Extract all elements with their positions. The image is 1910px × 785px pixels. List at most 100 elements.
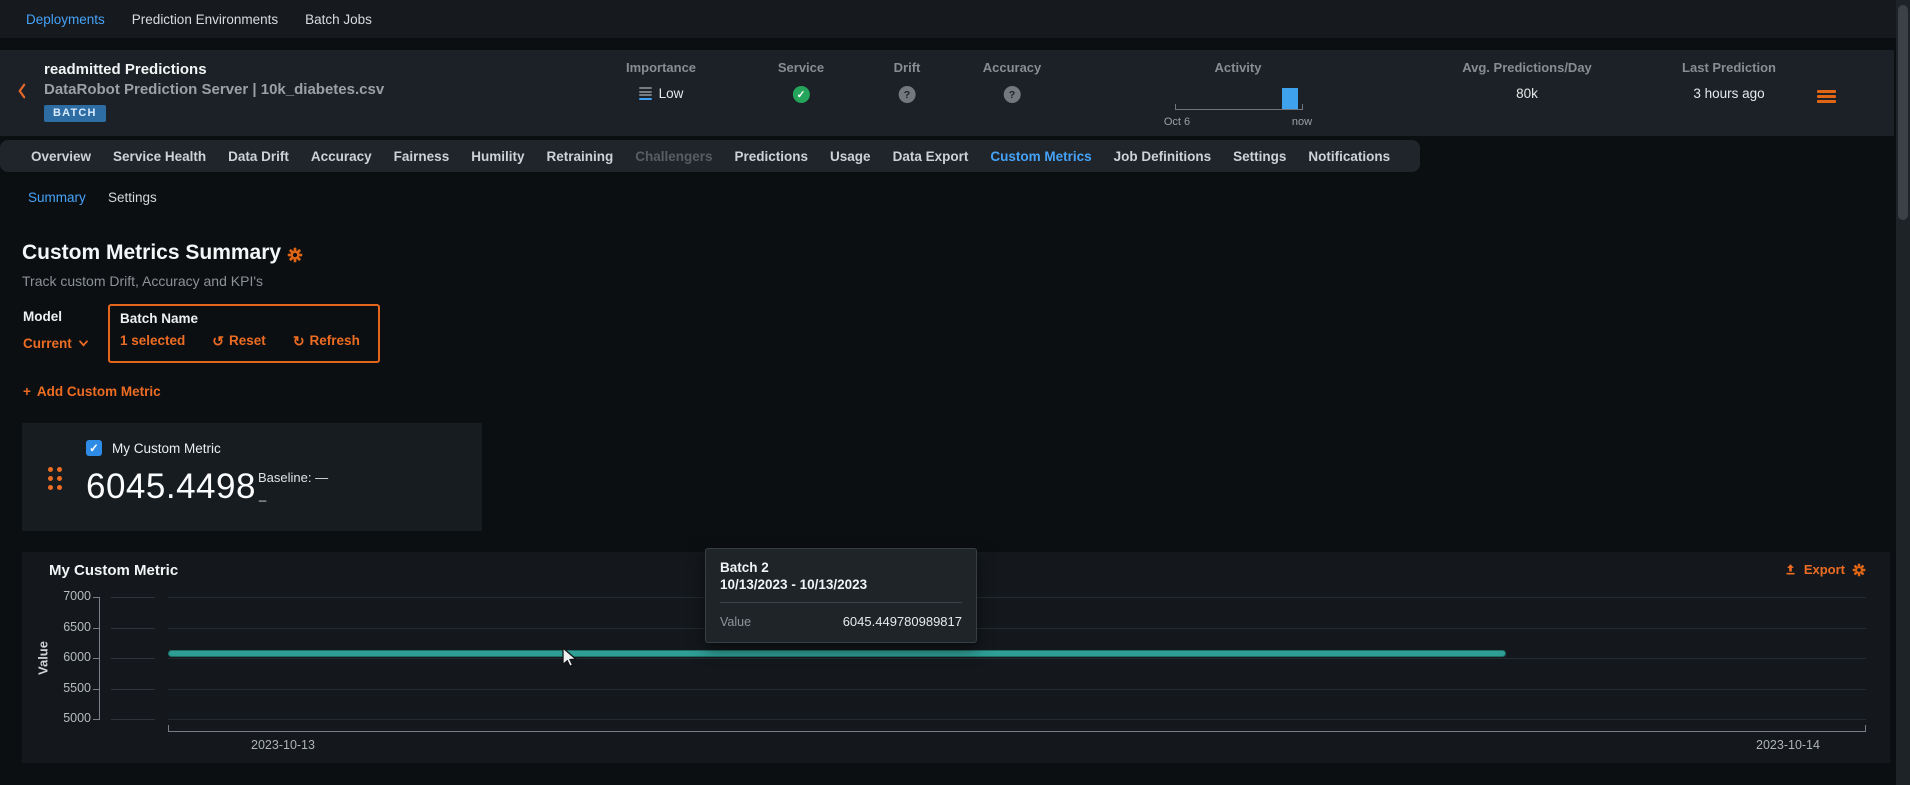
tab-overview[interactable]: Overview	[31, 149, 91, 164]
metric-baseline-label: Baseline: —	[258, 470, 328, 485]
gridline-6000	[168, 658, 1866, 659]
service-ok-icon: ✓	[792, 86, 809, 103]
y-tick-6000: 6000	[48, 650, 91, 664]
stat-avg-predictions-value: 80k	[1516, 86, 1538, 101]
activity-end-label: now	[1292, 116, 1312, 128]
add-custom-metric-label: Add Custom Metric	[37, 384, 161, 399]
metric-series-line[interactable]	[168, 650, 1506, 657]
stat-avg-predictions: Avg. Predictions/Day 80k	[1462, 60, 1592, 101]
custom-metric-card: ✓ My Custom Metric 6045.4498 Baseline: —…	[22, 423, 482, 531]
deployment-tabs: Overview Service Health Data Drift Accur…	[0, 140, 1420, 172]
tab-accuracy[interactable]: Accuracy	[311, 149, 372, 164]
stat-service: Service ✓	[778, 60, 824, 103]
tooltip-date-range: 10/13/2023 - 10/13/2023	[720, 577, 962, 592]
metric-value: 6045.4498	[86, 467, 256, 507]
metric-checkbox[interactable]: ✓	[86, 440, 102, 456]
page-subtitle: Track custom Drift, Accuracy and KPI's	[22, 273, 263, 289]
chevron-down-icon	[78, 340, 89, 347]
tab-predictions[interactable]: Predictions	[735, 149, 809, 164]
activity-axis	[1175, 104, 1303, 110]
tab-custom-metrics[interactable]: Custom Metrics	[990, 149, 1091, 164]
batch-badge: BATCH	[44, 105, 106, 122]
subtab-settings[interactable]: Settings	[108, 190, 157, 205]
stat-activity: Activity	[1215, 60, 1262, 75]
model-filter-label: Model	[23, 309, 62, 324]
importance-bars-icon	[639, 87, 652, 100]
tooltip-value-label: Value	[720, 615, 751, 629]
stat-last-prediction-label: Last Prediction	[1682, 60, 1776, 75]
stat-importance: Importance Low	[626, 60, 696, 101]
stat-service-label: Service	[778, 60, 824, 75]
add-custom-metric-button[interactable]: + Add Custom Metric	[23, 384, 161, 399]
page-title: Custom Metrics Summary	[22, 241, 281, 265]
top-nav: Deployments Prediction Environments Batc…	[0, 0, 1910, 38]
header-menu-icon[interactable]	[1817, 90, 1836, 103]
plus-icon: +	[23, 384, 31, 399]
deployment-subtitle: DataRobot Prediction Server | 10k_diabet…	[44, 81, 384, 98]
metric-baseline-value: _	[259, 487, 266, 502]
page-scrollbar-track	[1896, 0, 1910, 785]
chart-export-button[interactable]: Export	[1784, 562, 1866, 577]
nav-deployments[interactable]: Deployments	[26, 12, 105, 27]
refresh-icon: ↻	[293, 334, 305, 348]
export-icon	[1784, 563, 1797, 576]
chart-tooltip: Batch 2 10/13/2023 - 10/13/2023 Value 60…	[705, 548, 977, 643]
tab-job-definitions[interactable]: Job Definitions	[1114, 149, 1212, 164]
reset-icon: ↺	[212, 334, 224, 348]
stat-importance-label: Importance	[626, 60, 696, 75]
tab-service-health[interactable]: Service Health	[113, 149, 206, 164]
back-chevron-icon[interactable]	[16, 82, 27, 100]
gridline-5500	[168, 689, 1866, 690]
tooltip-title: Batch 2	[720, 560, 962, 575]
y-tick-5500: 5500	[48, 681, 91, 695]
chart-title: My Custom Metric	[49, 562, 178, 579]
tab-settings[interactable]: Settings	[1233, 149, 1286, 164]
tab-usage[interactable]: Usage	[830, 149, 871, 164]
batch-reset-label: Reset	[229, 333, 266, 348]
drift-unknown-icon[interactable]: ?	[899, 86, 916, 103]
stat-drift: Drift ?	[894, 60, 921, 103]
tab-data-drift[interactable]: Data Drift	[228, 149, 289, 164]
stat-avg-predictions-label: Avg. Predictions/Day	[1462, 60, 1592, 75]
chart-gear-icon[interactable]	[1852, 563, 1866, 577]
stat-last-prediction-value: 3 hours ago	[1693, 86, 1764, 101]
tab-data-export[interactable]: Data Export	[893, 149, 969, 164]
x-tick-2023-10-14: 2023-10-14	[1756, 738, 1820, 752]
tab-retraining[interactable]: Retraining	[546, 149, 613, 164]
tab-humility[interactable]: Humility	[471, 149, 524, 164]
y-tick-5000: 5000	[48, 711, 91, 725]
tooltip-divider	[720, 602, 962, 603]
batch-name-filter: Batch Name 1 selected ↺ Reset ↻ Refresh	[108, 304, 380, 363]
stat-importance-value: Low	[659, 86, 684, 101]
accuracy-unknown-icon[interactable]: ?	[1003, 86, 1020, 103]
stat-accuracy-label: Accuracy	[983, 60, 1042, 75]
x-axis-line	[168, 731, 1866, 732]
stat-activity-label: Activity	[1215, 60, 1262, 75]
model-filter-value: Current	[23, 336, 72, 351]
tooltip-value: 6045.449780989817	[843, 614, 962, 629]
y-axis-line	[99, 597, 100, 720]
batch-refresh-label: Refresh	[310, 333, 360, 348]
summary-gear-icon[interactable]	[287, 247, 303, 263]
deployment-header: readmitted Predictions DataRobot Predict…	[0, 50, 1894, 136]
chart-export-label: Export	[1804, 562, 1845, 577]
stat-drift-label: Drift	[894, 60, 921, 75]
tab-notifications[interactable]: Notifications	[1308, 149, 1390, 164]
nav-batch-jobs[interactable]: Batch Jobs	[305, 12, 372, 27]
gridline-5000	[168, 719, 1866, 720]
gridline-6500	[168, 628, 1866, 629]
batch-reset-button[interactable]: ↺ Reset	[212, 333, 266, 348]
model-filter-dropdown[interactable]: Current	[23, 336, 89, 351]
batch-selected-dropdown[interactable]: 1 selected	[120, 333, 185, 348]
batch-refresh-button[interactable]: ↻ Refresh	[293, 333, 360, 348]
page-scrollbar-thumb[interactable]	[1898, 5, 1908, 220]
y-tick-7000: 7000	[48, 589, 91, 603]
subtab-summary[interactable]: Summary	[28, 190, 86, 205]
activity-start-label: Oct 6	[1164, 116, 1190, 128]
y-tick-6500: 6500	[48, 620, 91, 634]
tab-fairness[interactable]: Fairness	[394, 149, 450, 164]
deployment-title: readmitted Predictions	[44, 61, 207, 78]
tab-challengers: Challengers	[635, 149, 712, 164]
drag-handle-icon[interactable]	[48, 467, 62, 490]
nav-prediction-environments[interactable]: Prediction Environments	[132, 12, 278, 27]
